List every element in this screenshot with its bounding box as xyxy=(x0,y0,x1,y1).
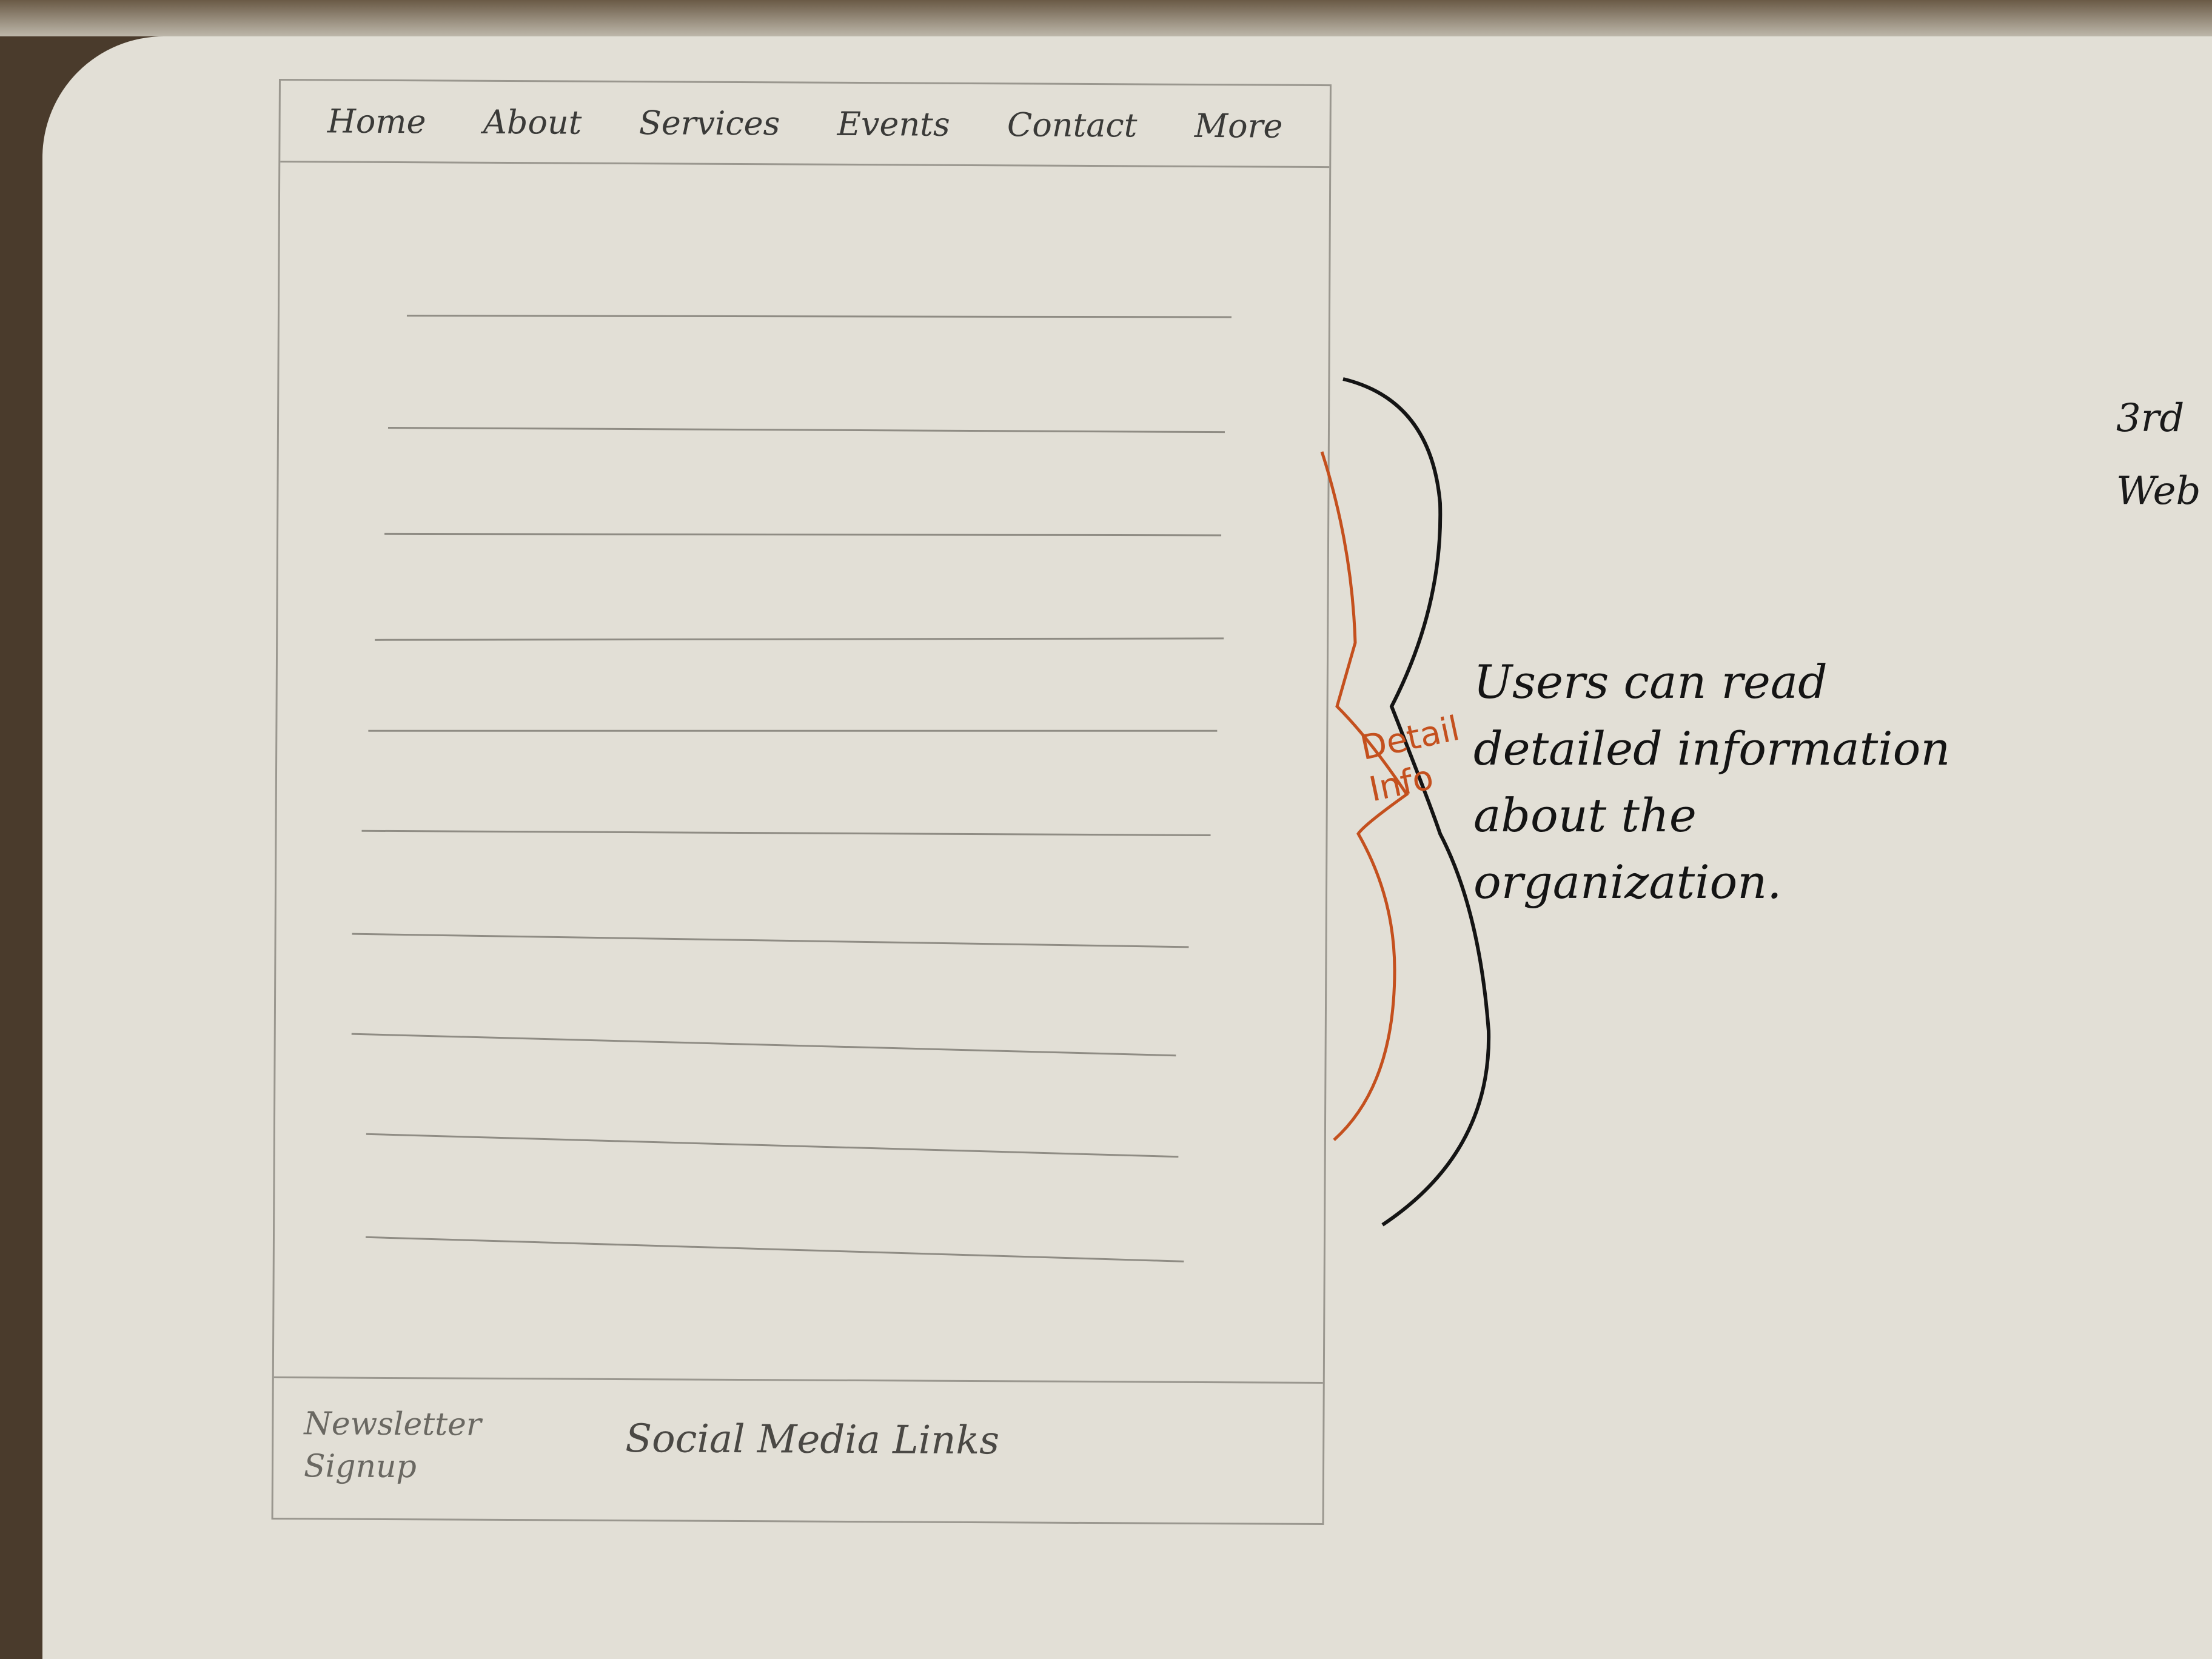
edge-note-line: 3rd xyxy=(2116,396,2185,441)
edge-note: 3rd Web xyxy=(2116,382,2212,528)
edge-note-line: Web xyxy=(2116,469,2201,514)
annotation-note: Users can read detailed information abou… xyxy=(1473,655,1951,909)
